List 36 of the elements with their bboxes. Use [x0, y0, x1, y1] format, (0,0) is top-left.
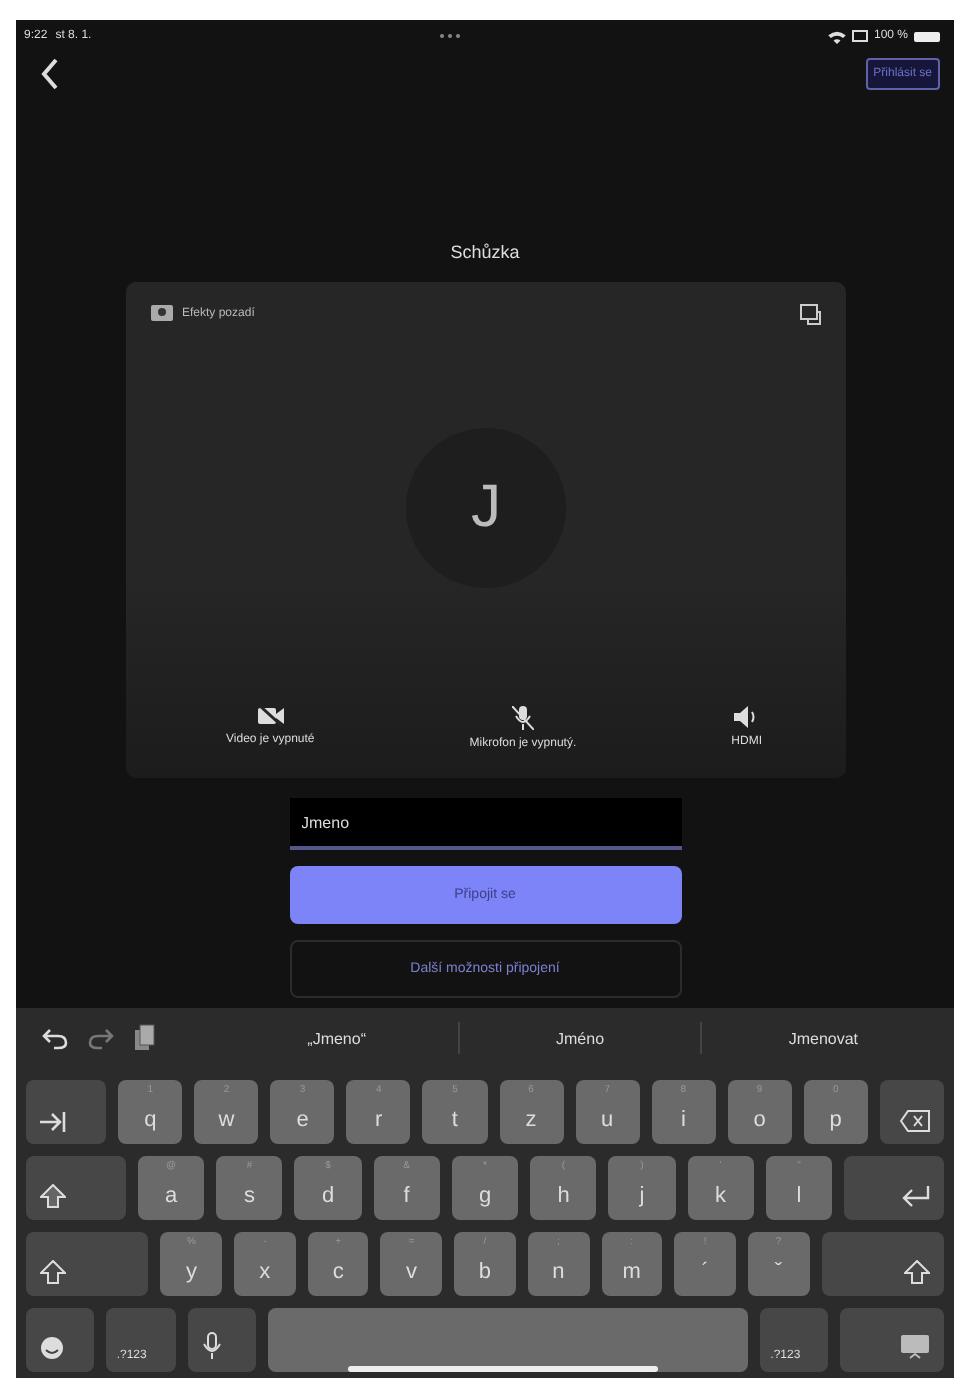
backspace-key[interactable] — [879, 1080, 944, 1144]
avatar: J — [406, 428, 566, 588]
shift-key[interactable] — [821, 1232, 944, 1296]
hide-key[interactable] — [840, 1308, 944, 1372]
shift-arrow-icon — [903, 1260, 930, 1284]
meeting-title: Schůzka — [448, 242, 522, 262]
redo-icon[interactable] — [88, 1027, 114, 1049]
clipboard-icon[interactable] — [134, 1024, 156, 1052]
caps-key[interactable] — [26, 1156, 126, 1220]
emoji-key[interactable] — [26, 1308, 95, 1372]
name-input-field[interactable]: Jmeno — [289, 798, 681, 850]
wifi-icon — [827, 29, 846, 43]
tab-icon — [40, 1112, 66, 1132]
return-icon — [902, 1186, 930, 1208]
mic-key[interactable] — [187, 1308, 256, 1372]
battery-icon — [914, 31, 940, 41]
emoji-icon — [40, 1336, 64, 1360]
shift-key[interactable] — [26, 1232, 149, 1296]
speaker-icon[interactable] — [734, 706, 759, 728]
microphone-off-icon[interactable] — [511, 706, 534, 730]
undo-icon[interactable] — [42, 1027, 68, 1049]
back-icon[interactable] — [40, 58, 60, 90]
tab-key[interactable] — [26, 1080, 107, 1144]
microphone-icon — [201, 1332, 222, 1360]
space-key[interactable] — [267, 1308, 749, 1372]
suggestion[interactable]: Jméno — [459, 1029, 701, 1047]
switch-camera-icon[interactable] — [800, 303, 822, 325]
backspace-icon — [899, 1110, 930, 1132]
suggestion[interactable]: „Jmeno“ — [216, 1029, 458, 1047]
keyboard-hide-icon — [899, 1334, 930, 1360]
suggestion[interactable]: Jmenovat — [702, 1029, 945, 1047]
background-effects-icon[interactable] — [150, 304, 174, 324]
shift-arrow-icon — [40, 1184, 66, 1208]
shift-arrow-icon — [40, 1260, 66, 1284]
screen-mirroring-icon — [851, 29, 868, 43]
video-off-icon[interactable] — [257, 706, 284, 726]
